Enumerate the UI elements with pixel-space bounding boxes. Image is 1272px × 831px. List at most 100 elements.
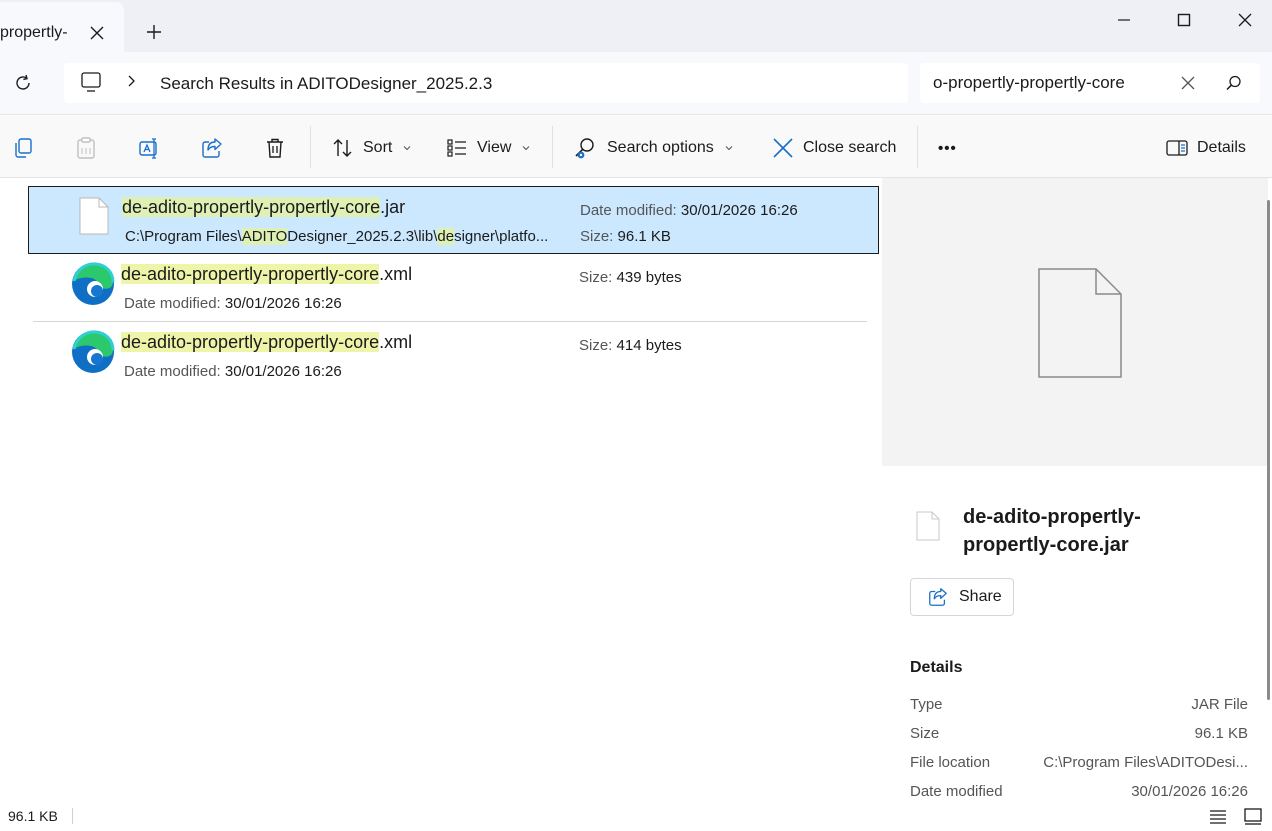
property-location: File location C:\Program Files\ADITODesi.… [910, 754, 1248, 776]
size-label: Size: [579, 269, 613, 286]
view-list-icon [447, 139, 466, 157]
refresh-icon[interactable] [12, 72, 34, 94]
date-modified: Date modified: 30/01/2026 16:26 [124, 295, 342, 312]
size-label: Size: [579, 337, 613, 354]
view-button[interactable]: View [445, 134, 531, 162]
title-bar: propertly- [0, 0, 1272, 52]
search-input[interactable]: o-propertly-propertly-core [920, 63, 1260, 103]
date-value: 30/01/2026 16:26 [224, 295, 342, 312]
details-pane-icon [1166, 140, 1188, 156]
path-part: signer\platfo... [454, 228, 549, 245]
name-match: de-adito-propertly-propertly-core [121, 332, 380, 352]
details-pane-button[interactable]: Details [1165, 134, 1246, 162]
details-label: Details [1197, 139, 1246, 156]
details-pane: de-adito-propertly-propertly-core.jar Sh… [882, 178, 1272, 796]
tab-active[interactable]: propertly- [0, 2, 124, 52]
more-options-button[interactable]: ••• [938, 134, 957, 162]
list-item[interactable]: de-adito-propertly-propertly-core.xml Da… [28, 322, 879, 390]
breadcrumb[interactable]: Search Results in ADITODesigner_2025.2.3 [160, 74, 492, 94]
file-path: C:\Program Files\ADITODesigner_2025.2.3\… [125, 228, 548, 245]
close-icon[interactable] [88, 24, 106, 42]
generic-file-icon [916, 511, 940, 541]
paste-icon [77, 137, 95, 159]
file-size: Size: 414 bytes [579, 337, 682, 354]
toolbar-separator [310, 126, 311, 168]
date-value: 30/01/2026 16:26 [680, 202, 798, 219]
path-match: ADITO [241, 228, 288, 245]
property-value: JAR File [1191, 696, 1248, 713]
search-options-icon [575, 138, 594, 159]
clear-search-icon[interactable] [1180, 75, 1196, 91]
property-value: 96.1 KB [1194, 725, 1248, 742]
maximize-icon[interactable] [1172, 8, 1196, 32]
file-size: Size: 96.1 KB [580, 228, 671, 245]
sort-icon [333, 139, 352, 157]
search-options-button[interactable]: Search options [573, 134, 734, 162]
view-label: View [477, 139, 512, 156]
details-heading: Details [910, 659, 963, 676]
name-match: de-adito-propertly-propertly-core [122, 197, 381, 217]
property-size: Size 96.1 KB [910, 725, 1248, 747]
property-key: File location [910, 754, 991, 771]
search-results: de-adito-propertly-propertly-core.jar C:… [0, 178, 880, 796]
size-label: Size: [580, 228, 614, 245]
address-bar[interactable]: Search Results in ADITODesigner_2025.2.3 [64, 63, 908, 103]
path-part: C:\Program Files\ [125, 228, 242, 245]
property-value: C:\Program Files\ADITODesi... [1043, 754, 1248, 771]
chevron-down-icon [725, 146, 733, 151]
close-search-label: Close search [803, 139, 897, 156]
edge-browser-icon [72, 330, 115, 373]
name-match: de-adito-propertly-propertly-core [121, 264, 380, 284]
this-pc-icon[interactable] [80, 71, 102, 93]
date-value: 30/01/2026 16:26 [224, 363, 342, 380]
status-separator [72, 808, 73, 824]
property-type: Type JAR File [910, 696, 1248, 718]
path-part: Designer_2025.2.3\lib\ [287, 228, 438, 245]
tab-title: propertly- [0, 24, 68, 41]
size-value: 439 bytes [616, 269, 682, 286]
date-label: Date modified: [580, 202, 677, 219]
window-close-icon[interactable] [1233, 8, 1257, 32]
file-preview-icon [1038, 268, 1122, 378]
chevron-right-icon[interactable] [124, 74, 138, 88]
property-key: Type [910, 696, 943, 713]
property-key: Date modified [910, 783, 1003, 796]
sort-button[interactable]: Sort [331, 134, 412, 162]
property-value: 30/01/2026 16:26 [1131, 783, 1248, 796]
delete-icon[interactable] [263, 136, 287, 160]
copy-icon[interactable] [11, 136, 35, 160]
details-view-icon[interactable] [1208, 806, 1228, 826]
date-label: Date modified: [124, 295, 221, 312]
details-scrollbar[interactable] [1267, 200, 1270, 700]
rename-icon[interactable] [137, 136, 161, 160]
share-button[interactable]: Share [910, 578, 1014, 616]
sort-label: Sort [363, 139, 393, 156]
size-value: 96.1 KB [617, 228, 671, 245]
name-extension: .jar [380, 197, 406, 217]
name-extension: .xml [379, 264, 413, 284]
search-query[interactable]: o-propertly-propertly-core [933, 73, 1125, 93]
property-key: Size [910, 725, 940, 742]
file-name: de-adito-propertly-propertly-core.xml [121, 332, 412, 353]
share-icon[interactable] [200, 136, 224, 160]
list-item[interactable]: de-adito-propertly-propertly-core.jar C:… [28, 186, 879, 254]
chevron-down-icon [403, 146, 411, 151]
property-date-modified: Date modified 30/01/2026 16:26 [910, 783, 1248, 796]
close-search-button[interactable]: Close search [771, 134, 896, 162]
new-tab-plus-icon[interactable] [144, 22, 164, 42]
command-bar: Sort View Search options Close search ••… [0, 116, 1272, 178]
search-options-label: Search options [607, 139, 714, 156]
search-icon[interactable] [1225, 74, 1243, 92]
list-item[interactable]: de-adito-propertly-propertly-core.xml Da… [28, 254, 879, 322]
date-label: Date modified: [124, 363, 221, 380]
toolbar-separator [917, 126, 918, 168]
date-modified: Date modified: 30/01/2026 16:26 [124, 363, 342, 380]
selection-size: 96.1 KB [8, 808, 58, 824]
tiles-view-icon[interactable] [1243, 806, 1263, 826]
details-file-name: de-adito-propertly-propertly-core.jar [963, 506, 1141, 556]
address-row: Search Results in ADITODesigner_2025.2.3… [0, 52, 1272, 115]
share-label: Share [959, 588, 1002, 605]
close-search-icon [773, 138, 793, 158]
generic-file-icon [79, 197, 109, 235]
minimize-icon[interactable] [1112, 8, 1136, 32]
